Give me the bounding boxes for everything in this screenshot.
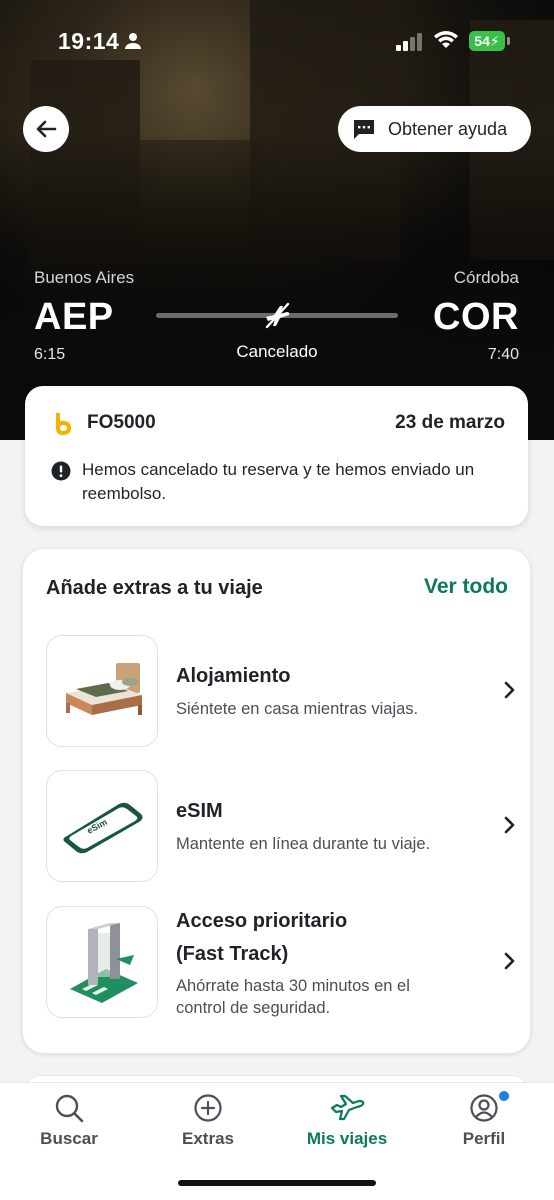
destination-code: COR xyxy=(433,296,519,338)
arrow-left-icon xyxy=(36,120,57,138)
extra-item-name-line2: (Fast Track) xyxy=(176,943,289,965)
extras-title: Añade extras a tu viaje xyxy=(46,577,263,599)
extra-item-description: Siéntete en casa mientras viajas. xyxy=(176,700,419,718)
booking-card[interactable]: FO5000 23 de marzo Hemos cancelado tu re… xyxy=(25,386,528,526)
chat-icon xyxy=(354,120,374,139)
airline-logo-icon xyxy=(56,413,71,435)
status-time: 19:14 xyxy=(58,28,120,54)
plane-icon xyxy=(330,1094,365,1121)
notification-dot xyxy=(497,1089,511,1103)
cancellation-message: Hemos cancelado tu reserva y te hemos en… xyxy=(82,460,475,503)
search-icon xyxy=(55,1094,84,1123)
nav-profile[interactable]: Perfil xyxy=(424,1093,544,1149)
accommodation-thumbnail xyxy=(46,635,158,747)
flight-number: FO5000 xyxy=(87,412,156,433)
plane-cancelled-icon xyxy=(265,302,290,329)
extra-item-name: Acceso prioritario xyxy=(176,910,348,932)
origin-city: Buenos Aires xyxy=(34,268,135,287)
back-button[interactable] xyxy=(23,106,69,152)
cellular-signal-icon xyxy=(396,33,422,51)
chevron-right-icon xyxy=(504,681,515,699)
nav-profile-label: Perfil xyxy=(462,1129,506,1148)
profile-icon xyxy=(470,1094,498,1122)
alert-icon xyxy=(51,461,71,481)
nav-my-trips[interactable]: Mis viajes xyxy=(287,1093,407,1149)
person-icon xyxy=(125,33,141,49)
nav-my-trips-label: Mis viajes xyxy=(306,1129,388,1148)
esim-thumbnail: eSim xyxy=(46,770,158,882)
flight-date: 23 de marzo xyxy=(395,412,505,433)
see-all-link[interactable]: Ver todo xyxy=(424,575,508,599)
battery-tip xyxy=(507,37,510,45)
nav-extras-label: Extras xyxy=(182,1129,234,1148)
extras-card: Añade extras a tu viaje Ver todo Alojami… xyxy=(22,548,531,1054)
plus-circle-icon xyxy=(194,1094,222,1122)
nav-search[interactable]: Buscar xyxy=(9,1093,129,1149)
battery-level: 54 xyxy=(474,33,490,49)
extra-item-name: Alojamiento xyxy=(176,665,291,687)
bed-icon xyxy=(66,663,142,715)
get-help-button[interactable]: Obtener ayuda xyxy=(338,106,531,152)
home-indicator[interactable] xyxy=(178,1180,376,1186)
security-gate-icon xyxy=(70,923,138,1003)
battery-indicator: 54⚡ xyxy=(469,31,505,51)
destination-city: Córdoba xyxy=(453,268,519,287)
flight-status: Cancelado xyxy=(236,342,318,361)
origin-code: AEP xyxy=(34,296,114,338)
extra-item-accommodation[interactable]: Alojamiento Siéntete en casa mientras vi… xyxy=(46,635,516,747)
phone-esim-icon: eSim xyxy=(63,802,143,854)
chevron-right-icon xyxy=(504,816,515,834)
extra-item-description: Ahórrate hasta 30 minutos en el xyxy=(176,977,410,995)
extra-item-esim[interactable]: eSim eSIM Mantente en línea durante tu v… xyxy=(46,770,516,882)
chevron-right-icon xyxy=(504,952,515,970)
get-help-label: Obtener ayuda xyxy=(388,118,508,139)
extra-item-description-line2: control de seguridad. xyxy=(176,999,331,1017)
fast-track-thumbnail xyxy=(46,906,158,1018)
extra-item-fast-track[interactable]: Acceso prioritario (Fast Track) Ahórrate… xyxy=(46,906,516,1020)
extra-item-name: eSIM xyxy=(176,800,223,822)
extra-item-description: Mantente en línea durante tu viaje. xyxy=(176,835,431,853)
nav-search-label: Buscar xyxy=(40,1129,98,1148)
status-bar: 19:14 54⚡ xyxy=(0,0,554,80)
wifi-icon xyxy=(434,31,458,48)
nav-extras[interactable]: Extras xyxy=(148,1093,268,1149)
